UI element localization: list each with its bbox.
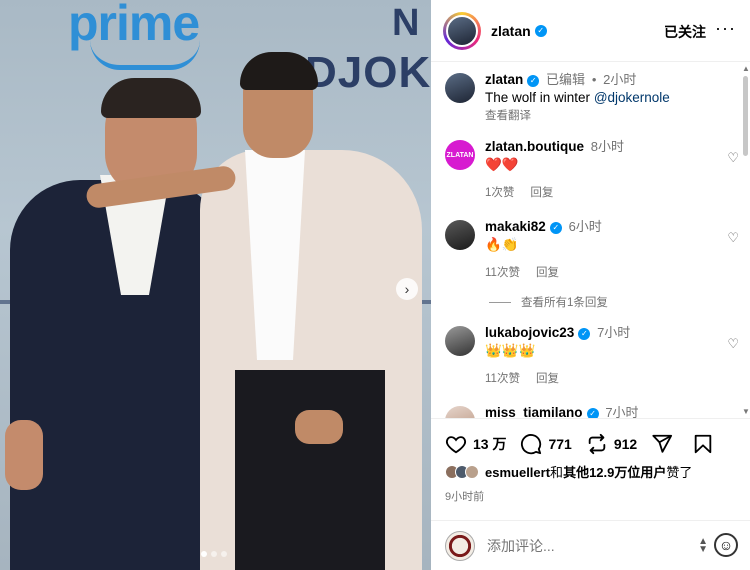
person-right-hand — [295, 410, 343, 444]
see-translation-link[interactable]: 查看翻译 — [485, 107, 715, 123]
reply-button[interactable]: 回复 — [530, 184, 553, 200]
caption: zlatan ✓ 已编辑 • 2小时 The wolf in winter @dj… — [445, 71, 735, 123]
commenter-avatar[interactable] — [445, 406, 475, 418]
backdrop-letter: N — [392, 2, 420, 44]
view-replies-link[interactable]: 查看所有1条回复 — [489, 294, 608, 310]
comment-like-count[interactable]: 11次赞 — [485, 264, 520, 280]
comment-time: 6小时 — [568, 219, 602, 234]
comment-input[interactable] — [487, 537, 677, 554]
commenter-avatar[interactable] — [445, 326, 475, 356]
liked-by-summary[interactable]: esmuellert和其他12.9万位用户赞了 — [445, 462, 692, 481]
scroll-down-icon[interactable]: ▼ — [742, 407, 750, 416]
like-comment-heart-icon[interactable]: ♡ — [727, 230, 739, 246]
person-left-hair — [101, 78, 201, 118]
comment-time: 8小时 — [590, 139, 624, 154]
share-button[interactable] — [651, 433, 679, 455]
comment-like-count[interactable]: 11次赞 — [485, 370, 520, 386]
comment-text: 🔥👏 — [485, 237, 519, 252]
liker-avatar — [465, 464, 479, 479]
repost-icon — [588, 433, 606, 454]
commenter-avatar[interactable] — [445, 220, 475, 250]
post-header: zlatan ✓ 已关注 ··· — [431, 0, 750, 62]
view-replies-label: 查看所有1条回复 — [521, 297, 608, 309]
comment-count: 771 — [548, 435, 572, 452]
commenter-username[interactable]: zlatan.boutique — [485, 139, 584, 154]
avatar-logo-text: ZLATAN — [446, 151, 474, 159]
person-left-hand — [5, 420, 43, 490]
carousel-dots — [201, 551, 227, 557]
comment-text: 👑👑👑 — [485, 343, 536, 358]
carousel-dot — [221, 551, 227, 557]
add-comment-bar: ▲▼ ☺ — [431, 520, 750, 570]
bookmark-icon — [694, 434, 712, 454]
comment-item: lukabojovic23 ✓ 7小时 👑👑👑 11次赞 回复 ♡ — [445, 324, 739, 386]
commenter-username[interactable]: miss_tiamilano — [485, 405, 583, 418]
scroll-up-icon[interactable]: ▲ — [742, 64, 750, 73]
comment-item: makaki82 ✓ 6小时 🔥👏 11次赞 回复 ♡ — [445, 218, 739, 280]
save-button[interactable] — [692, 433, 720, 455]
person-right-trousers — [235, 370, 385, 570]
comment-text: ❤️❤️ — [485, 157, 519, 172]
post-timestamp[interactable]: 9小时前 — [445, 488, 484, 504]
likes-connector: 和 — [550, 465, 564, 480]
post-photo[interactable]: prime N DJOKER › — [0, 0, 431, 570]
edited-label: 已编辑 — [546, 72, 586, 87]
caption-mention-link[interactable]: @djokernole — [594, 90, 670, 105]
author-username[interactable]: zlatan — [491, 23, 531, 39]
expand-input-icon[interactable]: ▲ ▼ — [698, 537, 708, 555]
comment-like-count[interactable]: 1次赞 — [485, 184, 514, 200]
verified-badge-icon: ✓ — [586, 408, 599, 418]
repost-count: 912 — [613, 435, 638, 452]
reply-thread-line — [489, 301, 511, 303]
separator-dot: • — [591, 72, 597, 87]
commenter-username[interactable]: makaki82 — [485, 219, 546, 234]
verified-badge-icon: ✓ — [549, 222, 562, 234]
like-count[interactable]: 13 万 — [473, 434, 506, 454]
carousel-dot — [211, 551, 217, 557]
comment-time: 7小时 — [597, 325, 631, 340]
likes-suffix: 赞了 — [666, 465, 693, 480]
reply-button[interactable]: 回复 — [536, 264, 559, 280]
carousel-dot — [201, 551, 207, 557]
backdrop-brand-arrow — [90, 40, 200, 70]
more-options-icon[interactable]: ··· — [715, 18, 736, 39]
commenter-username[interactable]: lukabojovic23 — [485, 325, 574, 340]
comment-item: ZLATAN zlatan.boutique 8小时 ❤️❤️ 1次赞 回复 ♡ — [445, 138, 739, 200]
verified-badge-icon: ✓ — [578, 328, 591, 340]
next-photo-button[interactable]: › — [396, 278, 418, 300]
send-icon — [652, 434, 673, 453]
comment-bubble-icon — [521, 433, 542, 454]
commenter-avatar[interactable]: ZLATAN — [445, 140, 475, 170]
backdrop-name-text: DJOKER — [305, 48, 431, 97]
comments-scrollbar[interactable]: ▲ ▼ — [742, 62, 750, 418]
caption-text: The wolf in winter — [485, 90, 591, 105]
verified-badge-icon: ✓ — [527, 75, 540, 87]
like-comment-heart-icon[interactable]: ♡ — [727, 336, 739, 352]
current-user-avatar — [445, 530, 475, 561]
author-avatar — [446, 14, 478, 47]
author-avatar[interactable] — [445, 73, 475, 103]
caption-username[interactable]: zlatan — [485, 72, 523, 87]
emoji-picker-icon[interactable]: ☺ — [714, 533, 738, 557]
heart-icon — [445, 435, 467, 453]
post-detail-panel: zlatan ✓ 已关注 ··· zlatan ✓ 已编辑 • 2小时 The w… — [431, 0, 750, 570]
repost-button[interactable]: 912 — [586, 433, 637, 455]
caption-time[interactable]: 2小时 — [603, 72, 636, 87]
comment-item: miss_tiamilano ✓ 7小时 — [445, 404, 735, 418]
scrollbar-thumb[interactable] — [743, 76, 748, 156]
comment-time: 7小时 — [605, 405, 639, 418]
post-actions-bar: 13 万 771 912 — [431, 418, 750, 468]
reply-button[interactable]: 回复 — [536, 370, 559, 386]
comments-list[interactable]: zlatan ✓ 已编辑 • 2小时 The wolf in winter @dj… — [431, 62, 750, 418]
like-comment-heart-icon[interactable]: ♡ — [727, 150, 739, 166]
liker-username[interactable]: esmuellert — [485, 465, 550, 480]
author-avatar-ring[interactable] — [443, 11, 481, 50]
verified-badge-icon: ✓ — [534, 24, 547, 37]
like-button[interactable]: 13 万 — [445, 433, 506, 455]
comment-button[interactable]: 771 — [520, 433, 572, 455]
other-likers-link[interactable]: 其他12.9万位用户 — [563, 465, 666, 480]
chevron-right-icon: › — [404, 281, 410, 297]
following-button[interactable]: 已关注 — [664, 22, 706, 42]
